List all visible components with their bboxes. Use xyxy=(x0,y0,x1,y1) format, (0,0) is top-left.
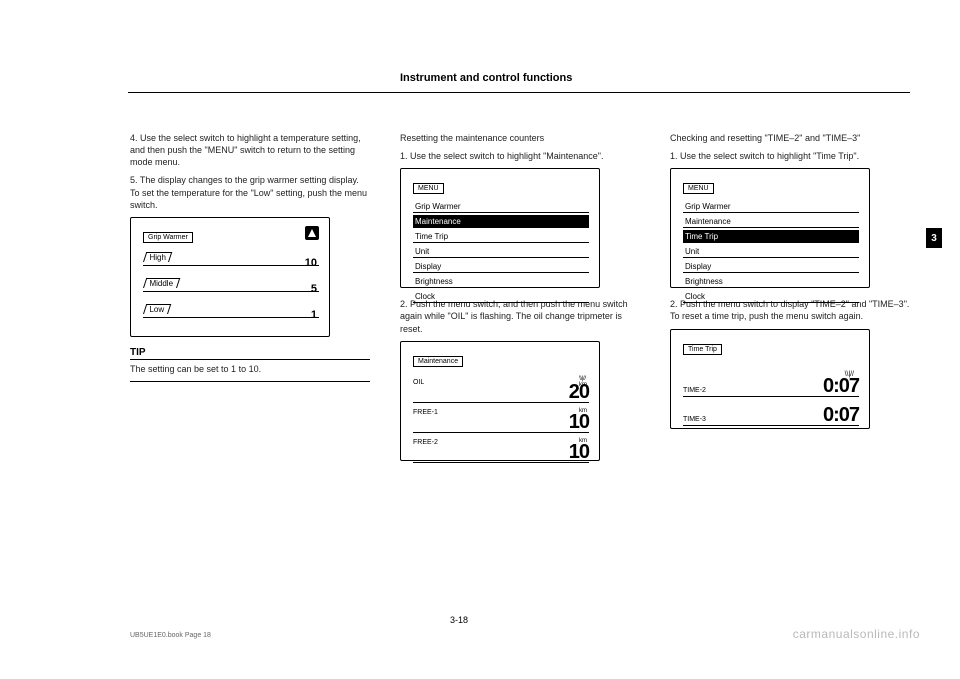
lcd-title: MENU xyxy=(683,183,714,194)
timetrip-row-3: TIME-3 0:07 xyxy=(683,400,859,426)
timetrip-value: 0:07 xyxy=(823,404,859,427)
tip-text: The setting can be set to 1 to 10. xyxy=(130,363,370,375)
menu-item-selected: Maintenance xyxy=(413,215,589,228)
column-1: 4. Use the select switch to highlight a … xyxy=(130,132,370,382)
maint-row-free1: FREE-1 km 10 xyxy=(413,405,589,433)
lcd-title: Maintenance xyxy=(413,356,463,367)
grip-value: 10 xyxy=(305,257,317,269)
maint-label: FREE-2 xyxy=(413,439,438,446)
grip-row-high: High 10 xyxy=(143,247,319,269)
menu-item: Grip Warmer xyxy=(683,200,859,213)
menu-item: Grip Warmer xyxy=(413,200,589,213)
maint-label: FREE-1 xyxy=(413,409,438,416)
menu-item: Time Trip xyxy=(413,230,589,243)
menu-item: Clock xyxy=(683,290,859,303)
subheading: Resetting the maintenance counters xyxy=(400,132,640,144)
tip-heading: TIP xyxy=(130,347,370,360)
menu-item: Unit xyxy=(413,245,589,258)
timetrip-value: 0:07 xyxy=(823,375,859,398)
column-3: Checking and resetting "TIME–2" and "TIM… xyxy=(670,132,910,439)
menu-item: Maintenance xyxy=(683,215,859,228)
menu-item: Brightness xyxy=(413,275,589,288)
grip-value: 5 xyxy=(311,283,317,295)
subheading: Checking and resetting "TIME–2" and "TIM… xyxy=(670,132,910,144)
menu-item: Unit xyxy=(683,245,859,258)
step-text: 2. Push the menu switch, and then push t… xyxy=(400,298,640,334)
tip-rule xyxy=(130,381,370,382)
timetrip-label: TIME-2 xyxy=(683,387,706,394)
foot-code: UB5UE1E0.book Page 18 xyxy=(130,632,211,639)
lcd-screen: MENU Grip Warmer Maintenance Time Trip U… xyxy=(670,168,870,288)
grip-value: 1 xyxy=(311,309,317,321)
menu-item: Brightness xyxy=(683,275,859,288)
lcd-screen: Maintenance OIL \ \ | / / km 20 FREE-1 k… xyxy=(400,341,600,461)
maint-value: 10 xyxy=(569,411,589,434)
section-tab: 3 xyxy=(926,228,942,248)
step-text: 1. Use the select switch to highlight "M… xyxy=(400,150,640,162)
menu-item: Display xyxy=(683,260,859,273)
lcd-title: Time Trip xyxy=(683,344,722,355)
menu-item-selected: Time Trip xyxy=(683,230,859,243)
lcd-illustration-menu2: MENU Grip Warmer Maintenance Time Trip U… xyxy=(670,168,870,288)
lcd-title: MENU xyxy=(413,183,444,194)
lcd-illustration-grip: Grip Warmer High 10 Middle 5 Low xyxy=(130,217,330,337)
grip-label: High xyxy=(149,253,165,262)
watermark: carmanualsonline.info xyxy=(793,627,920,641)
grip-label: Low xyxy=(149,305,164,314)
lcd-illustration-maintenance: Maintenance OIL \ \ | / / km 20 FREE-1 k… xyxy=(400,341,600,461)
header-rule xyxy=(128,92,910,93)
menu-list: Grip Warmer Maintenance Time Trip Unit D… xyxy=(413,200,589,303)
maint-row-free2: FREE-2 km 10 xyxy=(413,435,589,463)
timetrip-label: TIME-3 xyxy=(683,416,706,423)
menu-list: Grip Warmer Maintenance Time Trip Unit D… xyxy=(683,200,859,303)
page-header: Instrument and control functions xyxy=(400,72,572,84)
grip-label: Middle xyxy=(149,279,173,288)
step-text: 5. The display changes to the grip warme… xyxy=(130,174,370,210)
timetrip-row-2: TIME-2 \ \ | / / 0:07 xyxy=(683,371,859,397)
column-2: Resetting the maintenance counters 1. Us… xyxy=(400,132,640,471)
lcd-title: Grip Warmer xyxy=(143,232,193,243)
step-text: 1. Use the select switch to highlight "T… xyxy=(670,150,910,162)
lcd-screen: Time Trip TIME-2 \ \ | / / 0:07 TIME-3 0… xyxy=(670,329,870,429)
maint-row-oil: OIL \ \ | / / km 20 xyxy=(413,375,589,403)
menu-item: Display xyxy=(413,260,589,273)
grip-row-low: Low 1 xyxy=(143,299,319,321)
menu-item: Clock xyxy=(413,290,589,303)
lcd-screen: Grip Warmer High 10 Middle 5 Low xyxy=(130,217,330,337)
lcd-illustration-timetrip: Time Trip TIME-2 \ \ | / / 0:07 TIME-3 0… xyxy=(670,329,870,429)
page-number: 3-18 xyxy=(450,615,468,625)
maint-value: 20 xyxy=(569,381,589,404)
lcd-illustration-menu1: MENU Grip Warmer Maintenance Time Trip U… xyxy=(400,168,600,288)
tip-block: TIP The setting can be set to 1 to 10. xyxy=(130,347,370,382)
lcd-screen: MENU Grip Warmer Maintenance Time Trip U… xyxy=(400,168,600,288)
grip-row-middle: Middle 5 xyxy=(143,273,319,295)
warning-icon xyxy=(305,226,319,240)
maint-value: 10 xyxy=(569,441,589,464)
step-text: 4. Use the select switch to highlight a … xyxy=(130,132,370,168)
manual-page: Instrument and control functions 3 4. Us… xyxy=(0,0,960,679)
maint-label: OIL xyxy=(413,379,424,386)
